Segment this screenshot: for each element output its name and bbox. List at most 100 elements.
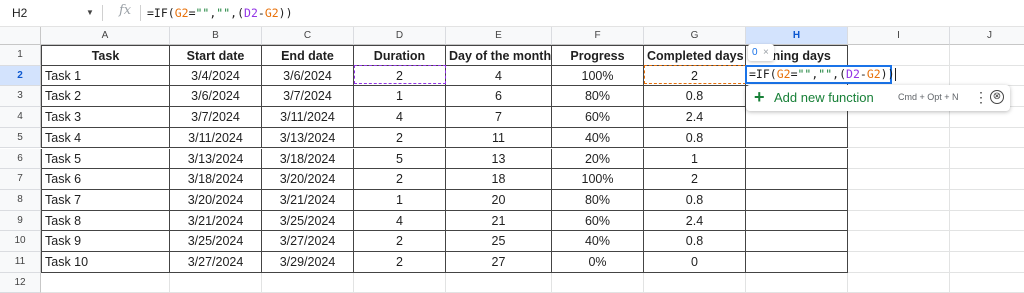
- cell-a4[interactable]: Task 3: [41, 107, 170, 128]
- cell-e3[interactable]: 6: [446, 86, 552, 108]
- cell-i7[interactable]: [848, 169, 950, 190]
- add-new-function-button[interactable]: Add new function: [774, 90, 874, 105]
- cell-g5[interactable]: 0.8: [644, 127, 746, 149]
- cell-g12[interactable]: [644, 272, 746, 293]
- cell-a7[interactable]: Task 6: [41, 169, 170, 190]
- cell-a10[interactable]: Task 9: [41, 231, 170, 252]
- cell-i5[interactable]: [848, 127, 950, 149]
- row-header-7[interactable]: 7: [0, 169, 41, 190]
- cancel-icon[interactable]: ⊗: [990, 90, 1004, 104]
- cell-h5[interactable]: [746, 127, 848, 149]
- row-header-8[interactable]: 8: [0, 189, 41, 211]
- row-header-9[interactable]: 9: [0, 210, 41, 232]
- cell-c5[interactable]: 3/13/2024: [262, 127, 354, 149]
- cell-d2[interactable]: 2: [354, 65, 446, 87]
- cell-h9[interactable]: [746, 210, 848, 232]
- cell-f10[interactable]: 40%: [552, 231, 644, 252]
- name-box[interactable]: H2 ▼: [8, 4, 96, 22]
- cell-b7[interactable]: 3/18/2024: [170, 169, 262, 190]
- cell-c9[interactable]: 3/25/2024: [262, 210, 354, 232]
- cell-e5[interactable]: 11: [446, 127, 552, 149]
- column-header-a[interactable]: A: [41, 27, 170, 45]
- cell-c12[interactable]: [262, 272, 354, 293]
- cell-f8[interactable]: 80%: [552, 189, 644, 211]
- select-all-corner[interactable]: [0, 27, 41, 45]
- row-header-5[interactable]: 5: [0, 127, 41, 149]
- cell-c3[interactable]: 3/7/2024: [262, 86, 354, 108]
- cell-j6[interactable]: [950, 149, 1024, 170]
- cell-g4[interactable]: 2.4: [644, 107, 746, 128]
- row-header-1[interactable]: 1: [0, 45, 41, 66]
- cell-g11[interactable]: 0: [644, 252, 746, 273]
- cell-e9[interactable]: 21: [446, 210, 552, 232]
- cell-d7[interactable]: 2: [354, 169, 446, 190]
- cell-b3[interactable]: 3/6/2024: [170, 86, 262, 108]
- cell-j11[interactable]: [950, 252, 1024, 273]
- cell-f1[interactable]: Progress: [552, 45, 644, 66]
- cell-b5[interactable]: 3/11/2024: [170, 127, 262, 149]
- cell-f2[interactable]: 100%: [552, 65, 644, 87]
- cell-j12[interactable]: [950, 273, 1024, 293]
- cell-h7[interactable]: [746, 169, 848, 190]
- cell-c4[interactable]: 3/11/2024: [262, 107, 354, 128]
- column-header-e[interactable]: E: [446, 27, 552, 45]
- cell-f7[interactable]: 100%: [552, 169, 644, 190]
- cell-c6[interactable]: 3/18/2024: [262, 148, 354, 170]
- cell-d3[interactable]: 1: [354, 86, 446, 108]
- cell-j1[interactable]: [950, 45, 1024, 66]
- cell-c7[interactable]: 3/20/2024: [262, 169, 354, 190]
- cell-g7[interactable]: 2: [644, 169, 746, 190]
- cell-b10[interactable]: 3/25/2024: [170, 231, 262, 252]
- cell-b6[interactable]: 3/13/2024: [170, 148, 262, 170]
- dropdown-icon[interactable]: ▼: [86, 4, 94, 22]
- cell-d1[interactable]: Duration: [354, 45, 446, 66]
- row-header-3[interactable]: 3: [0, 86, 41, 108]
- cell-f3[interactable]: 80%: [552, 86, 644, 108]
- cell-e6[interactable]: 13: [446, 148, 552, 170]
- cell-a12[interactable]: [41, 272, 170, 293]
- close-icon[interactable]: ×: [763, 44, 769, 61]
- cell-i6[interactable]: [848, 148, 950, 170]
- column-header-g[interactable]: G: [644, 27, 746, 45]
- cell-e12[interactable]: [446, 272, 552, 293]
- row-header-11[interactable]: 11: [0, 252, 41, 273]
- cell-a2[interactable]: Task 1: [41, 65, 170, 87]
- cell-c8[interactable]: 3/21/2024: [262, 189, 354, 211]
- cell-h12[interactable]: [746, 272, 848, 293]
- cell-i12[interactable]: [848, 272, 950, 293]
- cell-e8[interactable]: 20: [446, 189, 552, 211]
- cell-f12[interactable]: [552, 272, 644, 293]
- cell-b9[interactable]: 3/21/2024: [170, 210, 262, 232]
- cell-a5[interactable]: Task 4: [41, 127, 170, 149]
- column-header-j[interactable]: J: [950, 27, 1024, 45]
- column-header-i[interactable]: I: [848, 27, 950, 45]
- cell-g2[interactable]: 2: [644, 65, 746, 87]
- cell-g10[interactable]: 0.8: [644, 231, 746, 252]
- cell-d5[interactable]: 2: [354, 127, 446, 149]
- formula-input[interactable]: =IF(G2="","",(D2-G2)): [147, 5, 293, 21]
- cell-h8[interactable]: [746, 189, 848, 211]
- cell-d8[interactable]: 1: [354, 189, 446, 211]
- row-header-12[interactable]: 12: [0, 272, 41, 293]
- cell-j7[interactable]: [950, 169, 1024, 190]
- cell-e4[interactable]: 7: [446, 107, 552, 128]
- cell-i11[interactable]: [848, 252, 950, 273]
- column-header-h[interactable]: H: [746, 27, 848, 45]
- cell-i10[interactable]: [848, 231, 950, 252]
- cell-a8[interactable]: Task 7: [41, 189, 170, 211]
- cell-a3[interactable]: Task 2: [41, 86, 170, 108]
- cell-a1[interactable]: Task: [41, 45, 170, 66]
- row-header-10[interactable]: 10: [0, 231, 41, 252]
- cell-j5[interactable]: [950, 128, 1024, 149]
- cell-g9[interactable]: 2.4: [644, 210, 746, 232]
- cell-f6[interactable]: 20%: [552, 148, 644, 170]
- cell-f11[interactable]: 0%: [552, 252, 644, 273]
- cell-c1[interactable]: End date: [262, 45, 354, 66]
- cell-j8[interactable]: [950, 190, 1024, 211]
- cell-d11[interactable]: 2: [354, 252, 446, 273]
- cell-b4[interactable]: 3/7/2024: [170, 107, 262, 128]
- cell-d4[interactable]: 4: [354, 107, 446, 128]
- cell-f9[interactable]: 60%: [552, 210, 644, 232]
- cell-j10[interactable]: [950, 231, 1024, 252]
- cell-b11[interactable]: 3/27/2024: [170, 252, 262, 273]
